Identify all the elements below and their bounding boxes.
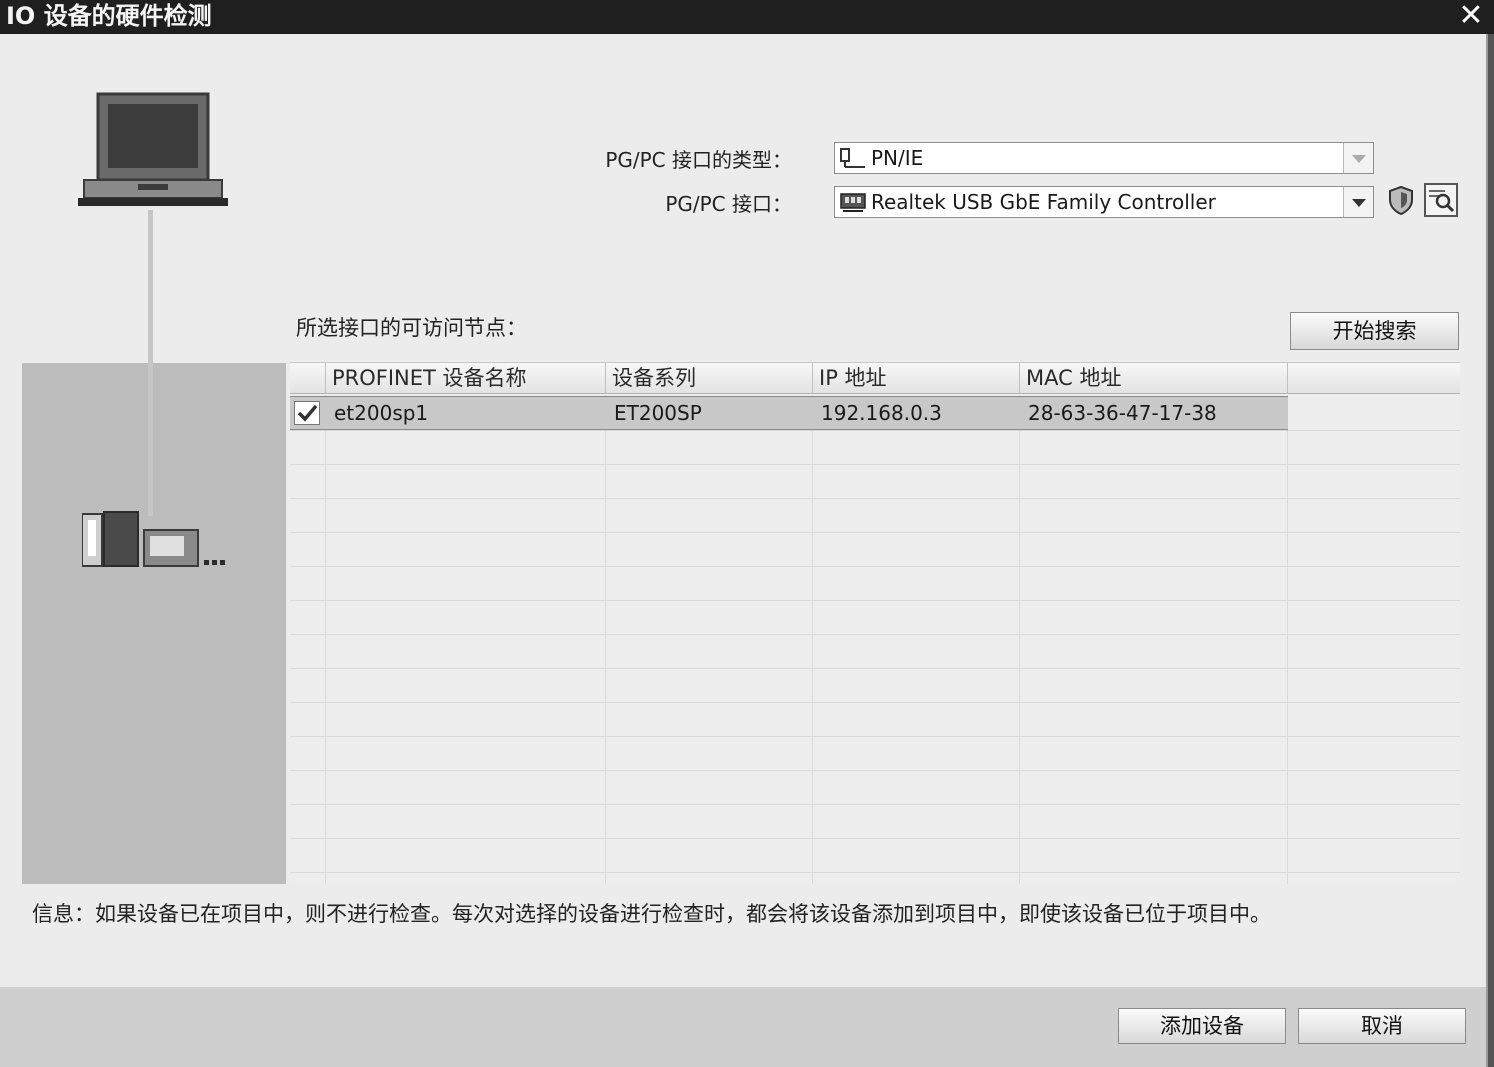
column-header-name[interactable]: PROFINET 设备名称 — [326, 363, 606, 394]
grid-line — [325, 395, 326, 884]
cell-mac-address: 28-63-36-47-17-38 — [1028, 401, 1217, 425]
cancel-button[interactable]: 取消 — [1298, 1008, 1466, 1044]
interface-type-value: PN/IE — [871, 146, 924, 170]
accessible-nodes-table — [290, 362, 1460, 884]
grid-line — [290, 770, 1460, 771]
window-border-inner — [1486, 34, 1488, 1067]
grid-line — [290, 600, 1460, 601]
interface-type-select[interactable]: PN/IE — [834, 142, 1374, 174]
info-message: 信息：如果设备已在项目中，则不进行检查。每次对选择的设备进行检查时，都会将该设备… — [32, 902, 1271, 926]
network-card-icon — [840, 193, 866, 212]
column-header-family[interactable]: 设备系列 — [606, 363, 813, 394]
checkmark-icon — [297, 404, 318, 422]
interface-value: Realtek USB GbE Family Controller — [871, 190, 1216, 214]
grid-line — [290, 736, 1460, 737]
cell-device-name: et200sp1 — [334, 401, 429, 425]
grid-line — [290, 430, 1460, 431]
device-illustration-panel — [22, 363, 286, 884]
window-title: IO 设备的硬件检测 — [6, 2, 212, 30]
grid-line — [1287, 395, 1288, 884]
cell-ip-address: 192.168.0.3 — [821, 401, 942, 425]
cell-device-family: ET200SP — [614, 401, 702, 425]
connection-line — [148, 210, 153, 516]
accessible-nodes-label: 所选接口的可访问节点： — [296, 316, 527, 340]
chevron-down-icon[interactable] — [1343, 187, 1373, 217]
grid-line — [290, 464, 1460, 465]
grid-line — [290, 532, 1460, 533]
table-header: PROFINET 设备名称 设备系列 IP 地址 MAC 地址 — [290, 362, 1460, 394]
title-bar: IO 设备的硬件检测 ✕ — [0, 0, 1494, 34]
magnifier-icon[interactable] — [1424, 183, 1458, 217]
interface-type-label: PG/PC 接口的类型： — [605, 148, 792, 172]
table-row[interactable]: et200sp1 ET200SP 192.168.0.3 28-63-36-47… — [290, 396, 1288, 430]
add-device-button[interactable]: 添加设备 — [1118, 1008, 1286, 1044]
interface-label: PG/PC 接口： — [665, 192, 792, 216]
shield-icon[interactable] — [1384, 183, 1418, 217]
grid-line — [290, 498, 1460, 499]
grid-line — [812, 395, 813, 884]
column-header-mac[interactable]: MAC 地址 — [1020, 363, 1288, 394]
start-search-button[interactable]: 开始搜索 — [1290, 312, 1459, 350]
grid-line — [290, 668, 1460, 669]
grid-line — [290, 634, 1460, 635]
plc-device-icon — [82, 511, 225, 567]
grid-line — [290, 872, 1460, 873]
close-button[interactable]: ✕ — [1454, 0, 1488, 34]
row-checkbox[interactable] — [294, 401, 320, 425]
column-header-check[interactable] — [290, 363, 326, 394]
grid-line — [605, 395, 606, 884]
interface-select[interactable]: Realtek USB GbE Family Controller — [834, 186, 1374, 218]
network-icon — [840, 148, 865, 168]
grid-line — [290, 838, 1460, 839]
grid-line — [290, 702, 1460, 703]
grid-line — [1019, 395, 1020, 884]
column-header-ip[interactable]: IP 地址 — [813, 363, 1020, 394]
laptop-icon — [78, 92, 228, 206]
grid-line — [290, 804, 1460, 805]
chevron-down-icon[interactable] — [1343, 143, 1373, 173]
window-border — [1488, 34, 1494, 1067]
grid-line — [290, 566, 1460, 567]
